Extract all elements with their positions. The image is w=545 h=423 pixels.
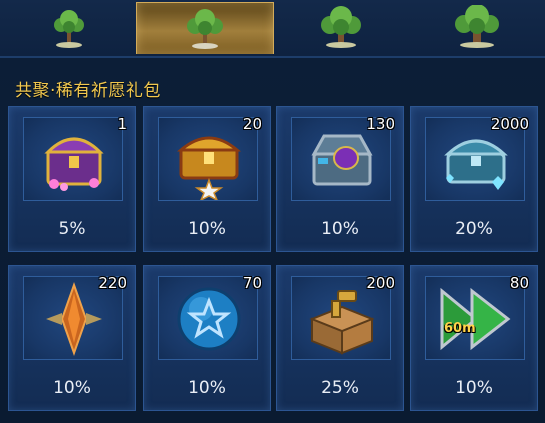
wish-pack-panel: 共聚·稀有祈愿礼包 1 5% 20 10% 130 10% 2000 20% 2… xyxy=(0,0,545,423)
tab-tree-4[interactable] xyxy=(408,2,545,54)
item-chance: 20% xyxy=(455,219,493,239)
tab-tree-2[interactable] xyxy=(136,2,274,54)
reward-item-blue-star-orb[interactable]: 70 10% xyxy=(143,265,271,411)
speedup-arrows-icon xyxy=(440,287,511,351)
item-quantity: 130 xyxy=(366,115,395,133)
blue-star-orb-icon xyxy=(177,287,241,351)
tab-tree-3[interactable] xyxy=(272,2,410,54)
item-chance: 10% xyxy=(455,378,493,398)
reward-item-steel-chest[interactable]: 130 10% xyxy=(276,106,404,252)
tab-bar xyxy=(0,0,545,58)
item-chance: 5% xyxy=(58,219,86,239)
reward-item-golden-chest[interactable]: 20 10% xyxy=(143,106,271,252)
tab-tree-1[interactable] xyxy=(0,2,138,54)
item-slot xyxy=(23,117,123,201)
reward-item-supply-crate[interactable]: 200 25% xyxy=(276,265,404,411)
tree-small-icon xyxy=(54,10,84,48)
item-quantity: 200 xyxy=(366,274,395,292)
item-quantity: 80 xyxy=(509,274,529,292)
golden-chest-icon xyxy=(176,136,242,200)
reward-item-purple-chest[interactable]: 1 5% xyxy=(8,106,136,252)
item-chance: 10% xyxy=(188,219,226,239)
duration-badge: 60m xyxy=(444,321,476,336)
item-quantity: 1 xyxy=(117,115,127,133)
item-chance: 10% xyxy=(53,378,91,398)
pack-title: 共聚·稀有祈愿礼包 xyxy=(15,81,161,101)
reward-item-orange-crystal[interactable]: 220 10% xyxy=(8,265,136,411)
item-quantity: 220 xyxy=(98,274,127,292)
reward-item-speedup[interactable]: 60m 80 10% xyxy=(410,265,538,411)
tree-ancient-icon xyxy=(455,5,499,48)
item-chance: 10% xyxy=(188,378,226,398)
item-quantity: 20 xyxy=(242,115,262,133)
item-chance: 25% xyxy=(321,378,359,398)
tree-large-icon xyxy=(321,6,361,48)
reward-item-ice-chest[interactable]: 2000 20% xyxy=(410,106,538,252)
item-chance: 10% xyxy=(321,219,359,239)
item-quantity: 70 xyxy=(242,274,262,292)
tree-glowing-icon xyxy=(187,8,223,49)
purple-chest-icon xyxy=(44,137,104,191)
item-quantity: 2000 xyxy=(490,115,529,133)
